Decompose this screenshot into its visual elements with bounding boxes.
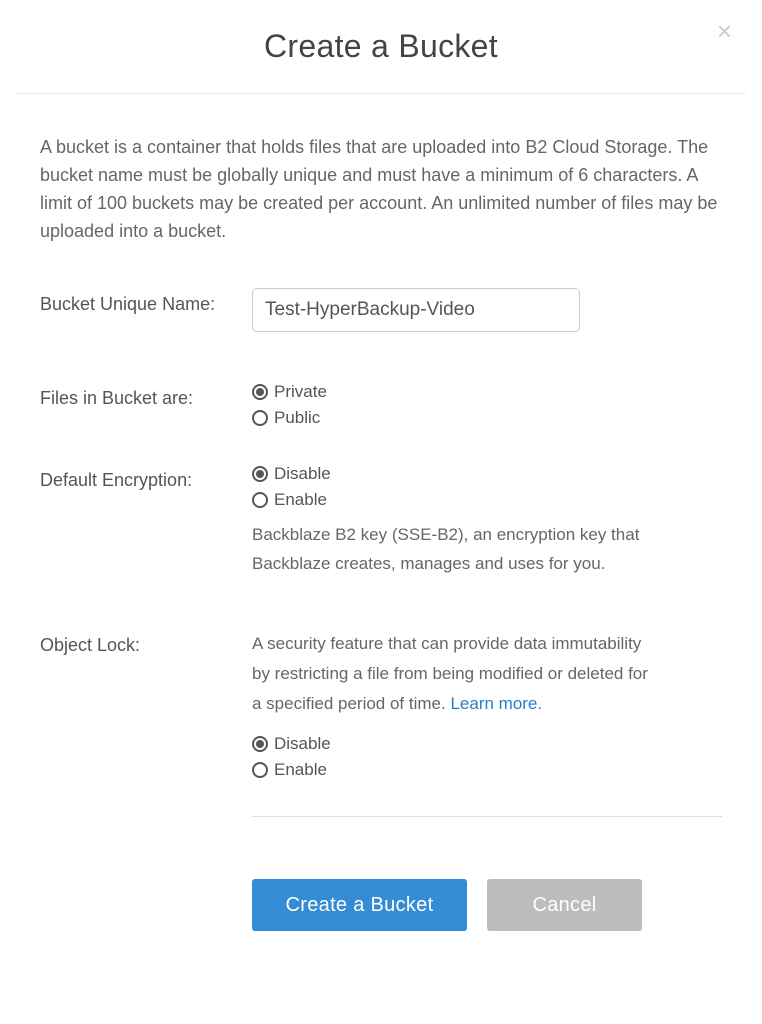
- radio-icon: [252, 384, 268, 400]
- bucket-name-row: Bucket Unique Name:: [40, 288, 722, 332]
- dialog-content: A bucket is a container that holds files…: [0, 94, 762, 931]
- encryption-label: Default Encryption:: [40, 464, 252, 491]
- bucket-name-label: Bucket Unique Name:: [40, 288, 252, 315]
- radio-private[interactable]: Private: [252, 382, 722, 402]
- radio-icon: [252, 762, 268, 778]
- object-lock-divider: [252, 816, 722, 817]
- radio-encryption-enable[interactable]: Enable: [252, 490, 722, 510]
- radio-object-lock-enable[interactable]: Enable: [252, 760, 722, 780]
- radio-object-lock-disable[interactable]: Disable: [252, 734, 722, 754]
- radio-private-label: Private: [274, 382, 327, 402]
- radio-object-lock-disable-label: Disable: [274, 734, 331, 754]
- dialog-description: A bucket is a container that holds files…: [40, 134, 722, 246]
- encryption-helper-text: Backblaze B2 key (SSE-B2), an encryption…: [252, 520, 652, 580]
- encryption-radio-group: Disable Enable: [252, 464, 722, 510]
- radio-encryption-disable-label: Disable: [274, 464, 331, 484]
- close-icon[interactable]: ×: [717, 18, 732, 44]
- radio-object-lock-enable-label: Enable: [274, 760, 327, 780]
- files-visibility-radio-group: Private Public: [252, 382, 722, 428]
- bucket-name-input[interactable]: [252, 288, 580, 332]
- radio-icon: [252, 492, 268, 508]
- radio-public[interactable]: Public: [252, 408, 722, 428]
- files-visibility-label: Files in Bucket are:: [40, 382, 252, 409]
- object-lock-helper-text: A security feature that can provide data…: [252, 629, 652, 718]
- cancel-button[interactable]: Cancel: [487, 879, 642, 931]
- radio-encryption-disable[interactable]: Disable: [252, 464, 722, 484]
- learn-more-link[interactable]: Learn more.: [450, 694, 542, 713]
- create-bucket-button[interactable]: Create a Bucket: [252, 879, 467, 931]
- radio-icon: [252, 466, 268, 482]
- object-lock-label: Object Lock:: [40, 629, 252, 656]
- radio-public-label: Public: [274, 408, 320, 428]
- dialog-title: Create a Bucket: [0, 0, 762, 93]
- button-row: Create a Bucket Cancel: [252, 879, 722, 931]
- encryption-row: Default Encryption: Disable Enable Backb…: [40, 464, 722, 580]
- object-lock-row: Object Lock: A security feature that can…: [40, 629, 722, 817]
- radio-encryption-enable-label: Enable: [274, 490, 327, 510]
- radio-icon: [252, 736, 268, 752]
- radio-icon: [252, 410, 268, 426]
- files-visibility-row: Files in Bucket are: Private Public: [40, 382, 722, 428]
- object-lock-radio-group: Disable Enable: [252, 734, 722, 780]
